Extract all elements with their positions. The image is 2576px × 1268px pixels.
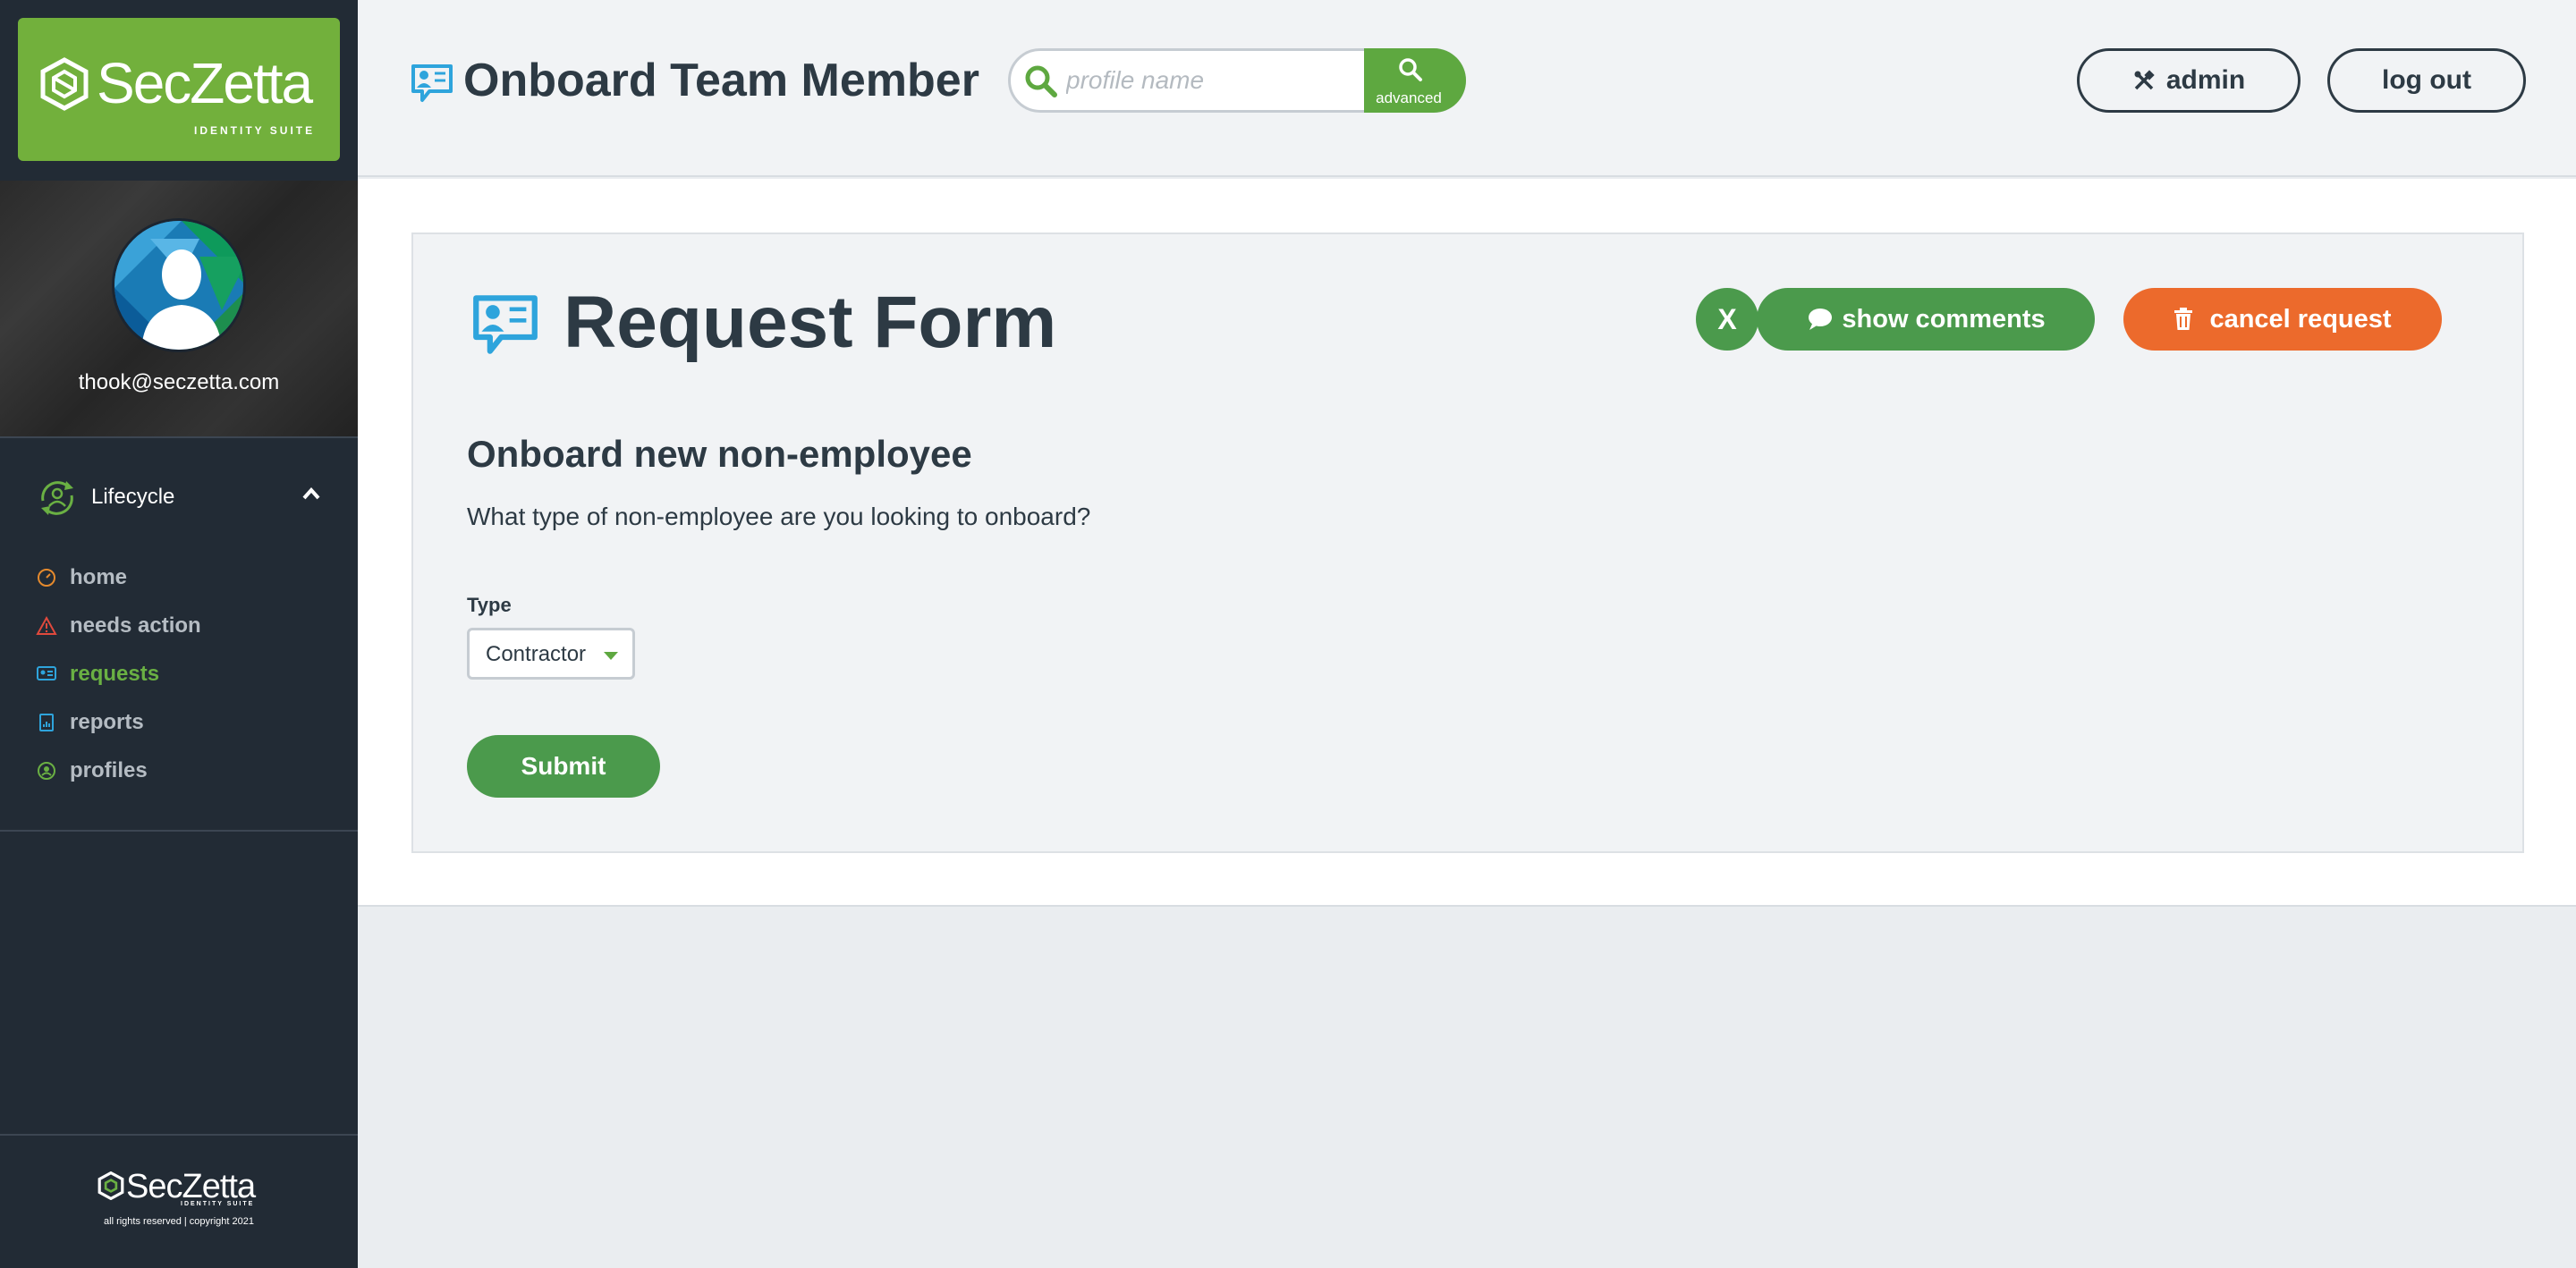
sidebar-item-home[interactable]: home [36, 560, 331, 596]
sidebar-nav: home needs action requests reports profi… [0, 554, 358, 832]
logout-button[interactable]: log out [2327, 48, 2526, 113]
submit-button[interactable]: Submit [467, 735, 660, 798]
sidebar-item-label: home [70, 565, 128, 589]
tools-icon [2134, 70, 2155, 90]
cancel-request-label: cancel request [2209, 304, 2392, 334]
advanced-label: advanced [1376, 89, 1442, 106]
dashboard-icon [38, 569, 55, 587]
search-icon [1025, 65, 1057, 97]
lifecycle-section-header[interactable]: Lifecycle [0, 467, 358, 544]
sidebar-item-label: needs action [70, 613, 201, 638]
profile-search-input[interactable] [1066, 58, 1361, 103]
sidebar-item-needs-action[interactable]: needs action [36, 608, 331, 644]
logout-label: log out [2382, 65, 2471, 95]
user-profile: thook@seczetta.com [0, 181, 358, 438]
avatar[interactable] [112, 218, 246, 352]
logo-subtitle: IDENTITY SUITE [194, 124, 316, 137]
request-card-icon [411, 64, 453, 102]
advanced-search-button[interactable]: advanced [1364, 48, 1466, 113]
request-card-icon [473, 295, 538, 354]
type-selected-value: Contractor [486, 642, 587, 666]
form-question: What type of non-employee are you lookin… [467, 503, 1091, 530]
top-header: Onboard Team Member advanced admin log o… [358, 0, 2576, 177]
request-card-icon [37, 666, 56, 680]
report-icon [39, 714, 54, 731]
form-section-title: Onboard new non-employee [467, 433, 972, 475]
sidebar-item-reports[interactable]: reports [36, 705, 331, 740]
sidebar-footer: SecZetta IDENTITY SUITE all rights reser… [0, 1134, 358, 1268]
sidebar-item-label: profiles [70, 758, 148, 782]
show-comments-label: show comments [1842, 304, 2046, 334]
type-field-label: Type [467, 594, 512, 616]
profile-icon [38, 762, 55, 780]
user-email: thook@seczetta.com [78, 370, 280, 394]
sidebar-item-label: reports [70, 710, 144, 734]
admin-label: admin [2165, 65, 2246, 95]
sidebar-item-profiles[interactable]: profiles [36, 753, 331, 789]
sidebar-item-requests[interactable]: requests [36, 656, 331, 692]
lifecycle-label: Lifecycle [91, 485, 175, 509]
warning-icon [36, 615, 57, 635]
request-form-card: Request Form X show comments cancel requ… [411, 232, 2524, 853]
comment-icon [1809, 309, 1833, 330]
sidebar-item-label: requests [70, 662, 160, 686]
chevron-up-icon[interactable] [301, 483, 322, 504]
main-content: Request Form X show comments cancel requ… [358, 179, 2576, 907]
copyright-text: all rights reserved | copyright 2021 [104, 1216, 254, 1227]
cancel-request-button[interactable]: cancel request [2123, 288, 2442, 351]
logo-mark-icon [40, 57, 89, 111]
footer-logo-mark-icon [97, 1171, 124, 1200]
lifecycle-icon [41, 481, 73, 515]
type-select[interactable]: Contractor [467, 628, 635, 680]
admin-button[interactable]: admin [2077, 48, 2301, 113]
show-comments-button[interactable]: show comments [1757, 288, 2095, 351]
close-comments-button[interactable]: X [1696, 288, 1758, 351]
brand-logo[interactable]: SecZetta IDENTITY SUITE [18, 18, 340, 161]
footer-logo-subtitle: IDENTITY SUITE [181, 1201, 255, 1207]
sidebar: SecZetta IDENTITY SUITE thook@seczetta.c… [0, 0, 358, 1268]
page-title: Onboard Team Member [463, 55, 979, 106]
logo-text: SecZetta [97, 51, 313, 115]
chevron-down-icon [604, 652, 618, 660]
search-icon [1399, 58, 1422, 81]
avatar-image [114, 221, 243, 350]
trash-icon [2174, 308, 2193, 330]
form-title: Request Form [564, 282, 1057, 363]
